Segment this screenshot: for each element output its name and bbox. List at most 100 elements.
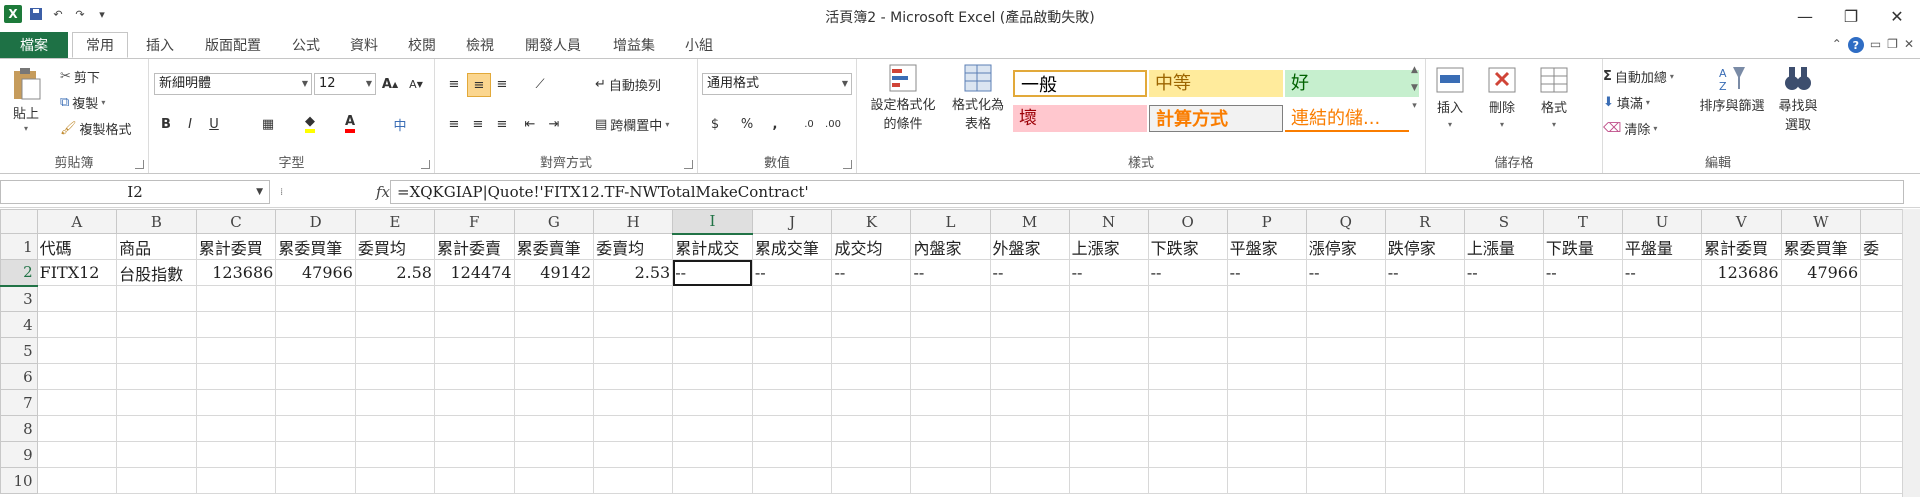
grow-font-button[interactable]: A ▲	[379, 73, 401, 95]
doc-minimize-icon[interactable]: ▭	[1870, 37, 1881, 53]
decrease-indent-icon[interactable]: ⇤	[519, 113, 541, 135]
column-header-J[interactable]: J	[751, 209, 833, 234]
cell[interactable]	[513, 337, 595, 364]
cell[interactable]	[433, 363, 515, 390]
autosum-button[interactable]: Σ 自動加總 ▾	[1603, 67, 1674, 86]
copy-button[interactable]: ⧉ 複製 ▾	[60, 93, 105, 112]
cell[interactable]	[1700, 467, 1782, 494]
cell[interactable]	[910, 363, 991, 390]
cell[interactable]	[1226, 415, 1307, 442]
cell[interactable]	[195, 285, 277, 312]
shrink-font-button[interactable]: A ▼	[405, 73, 427, 95]
column-header-W[interactable]: W	[1780, 209, 1862, 234]
column-header-U[interactable]: U	[1621, 209, 1702, 234]
cell[interactable]	[275, 285, 356, 312]
cell[interactable]	[1305, 415, 1386, 442]
cell[interactable]	[116, 337, 197, 364]
cell[interactable]	[672, 363, 753, 390]
cell[interactable]: 上漲家	[1068, 233, 1149, 260]
row-header-6[interactable]: 6	[0, 363, 38, 390]
cell[interactable]: 內盤家	[910, 233, 991, 260]
active-cell[interactable]: --	[672, 259, 753, 286]
cell[interactable]	[1780, 467, 1862, 494]
cell[interactable]: 累計委買	[1700, 233, 1782, 260]
cell[interactable]	[593, 467, 674, 494]
cell[interactable]	[593, 311, 674, 338]
cell[interactable]	[1147, 441, 1228, 468]
cell[interactable]	[433, 285, 515, 312]
currency-button[interactable]: $	[704, 113, 726, 135]
row-header-8[interactable]: 8	[0, 415, 38, 442]
cell[interactable]	[1700, 311, 1782, 338]
insert-function-icon[interactable]: fx	[376, 183, 390, 201]
column-header-T[interactable]: T	[1542, 209, 1623, 234]
cell[interactable]: 漲停家	[1305, 233, 1386, 260]
cell[interactable]	[1700, 415, 1782, 442]
cell[interactable]	[513, 415, 595, 442]
cell[interactable]	[195, 363, 277, 390]
format-cells-button[interactable]: 格式 ▾	[1540, 67, 1568, 129]
cell[interactable]	[36, 337, 118, 364]
cell[interactable]	[831, 363, 912, 390]
cell[interactable]	[36, 389, 118, 416]
cell[interactable]	[1384, 389, 1465, 416]
column-header-P[interactable]: P	[1226, 209, 1307, 234]
styles-scroll[interactable]: ▲ ▼ ▾	[1411, 65, 1418, 111]
column-header-L[interactable]: L	[910, 209, 991, 234]
cell[interactable]: 成交均	[831, 233, 912, 260]
decrease-decimal-icon[interactable]: .00	[822, 113, 844, 135]
cell[interactable]: 47966	[1780, 259, 1862, 286]
cell[interactable]: --	[751, 259, 833, 286]
cell[interactable]: 代碼	[36, 233, 118, 260]
cell[interactable]	[910, 285, 991, 312]
phonetic-icon[interactable]: 中	[389, 113, 411, 135]
column-header-M[interactable]: M	[989, 209, 1070, 234]
cell[interactable]	[513, 285, 595, 312]
cell[interactable]	[910, 311, 991, 338]
row-header-5[interactable]: 5	[0, 337, 38, 364]
align-center-icon[interactable]: ≡	[467, 113, 489, 135]
cell[interactable]	[1068, 467, 1149, 494]
cell[interactable]	[1305, 441, 1386, 468]
cell[interactable]: 累委買筆	[275, 233, 356, 260]
cell[interactable]	[593, 363, 674, 390]
cell[interactable]	[275, 311, 356, 338]
cell[interactable]	[116, 467, 197, 494]
cell[interactable]	[1621, 415, 1702, 442]
cell[interactable]	[1384, 363, 1465, 390]
cell[interactable]	[1305, 389, 1386, 416]
cell[interactable]	[831, 285, 912, 312]
column-header-C[interactable]: C	[195, 209, 277, 234]
cell[interactable]	[116, 415, 197, 442]
cell[interactable]	[751, 337, 833, 364]
sort-filter-button[interactable]: A Z 排序與篩選	[1697, 63, 1767, 114]
cell[interactable]	[1463, 441, 1544, 468]
column-header-R[interactable]: R	[1384, 209, 1465, 234]
cell[interactable]	[1226, 311, 1307, 338]
cell[interactable]	[1463, 285, 1544, 312]
cell[interactable]	[672, 389, 753, 416]
cell[interactable]	[1226, 285, 1307, 312]
cell[interactable]	[36, 311, 118, 338]
cell[interactable]	[1621, 389, 1702, 416]
column-header-A[interactable]: A	[36, 209, 118, 234]
cell[interactable]	[195, 415, 277, 442]
cell[interactable]	[1542, 337, 1623, 364]
style-good[interactable]: 好	[1285, 70, 1419, 97]
find-select-button[interactable]: 尋找與選取	[1773, 63, 1823, 133]
cell[interactable]	[751, 467, 833, 494]
cell[interactable]	[354, 415, 435, 442]
cell[interactable]	[1305, 467, 1386, 494]
cell[interactable]	[831, 441, 912, 468]
cell[interactable]	[751, 389, 833, 416]
cell[interactable]	[1621, 467, 1702, 494]
cell[interactable]: 累計成交	[672, 233, 753, 260]
cell[interactable]: --	[1384, 259, 1465, 286]
cell[interactable]: 平盤量	[1621, 233, 1702, 260]
cell[interactable]	[36, 441, 118, 468]
cell[interactable]	[1068, 337, 1149, 364]
fill-button[interactable]: ⬇ 填滿 ▾	[1603, 93, 1650, 112]
cell[interactable]	[1463, 363, 1544, 390]
cell[interactable]	[672, 467, 753, 494]
doc-close-icon[interactable]: ✕	[1904, 37, 1914, 53]
